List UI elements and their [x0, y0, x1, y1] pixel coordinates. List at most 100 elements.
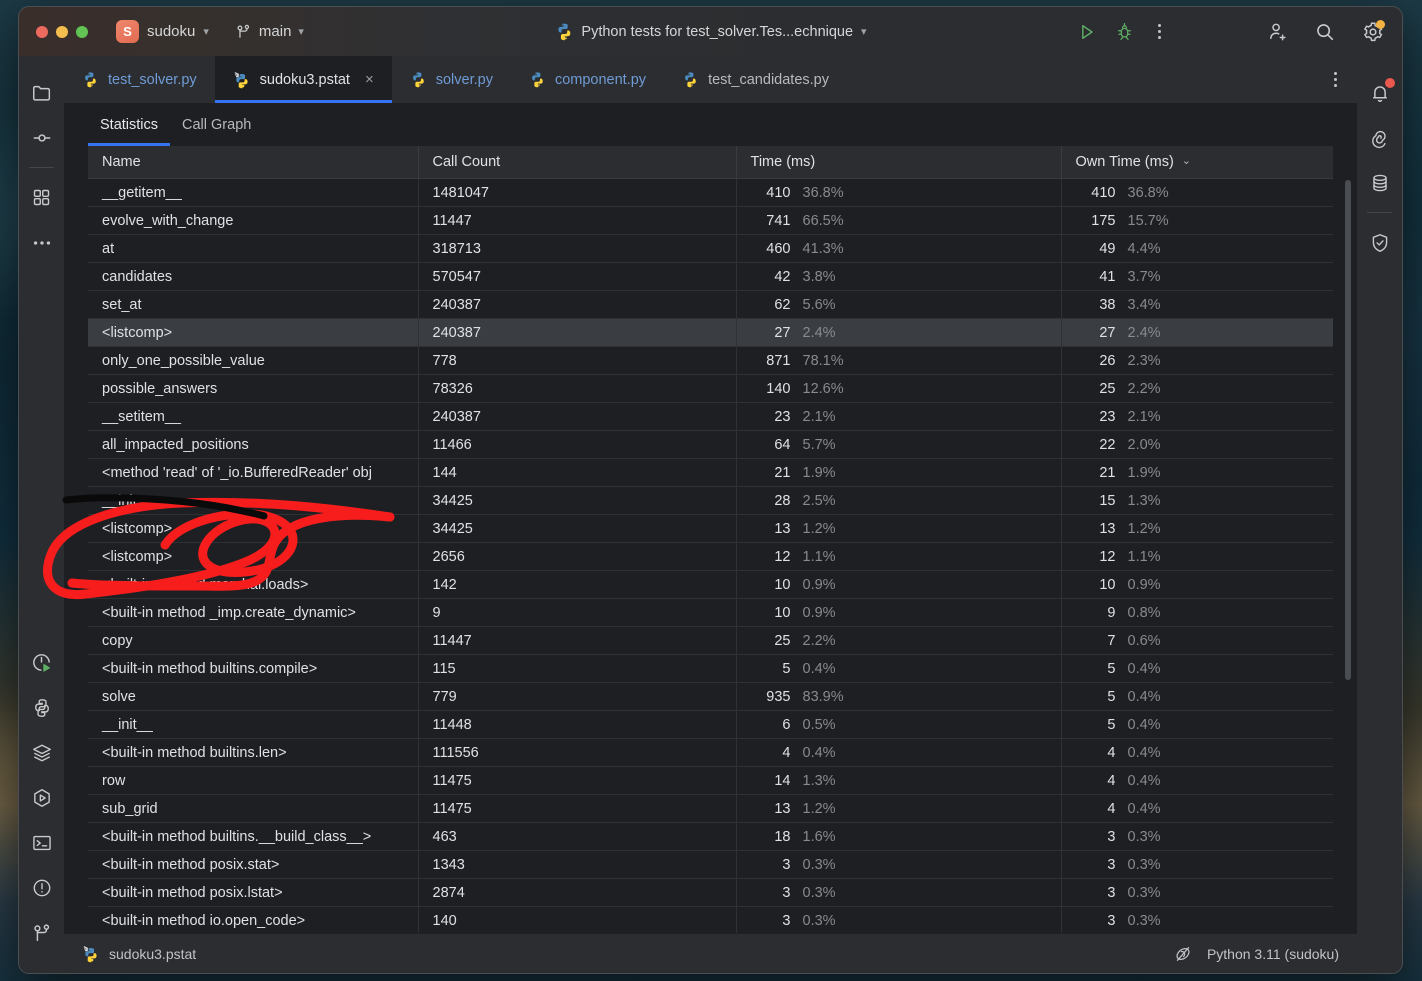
no-inspections-icon[interactable] — [1173, 944, 1193, 964]
table-row[interactable]: <built-in method posix.stat> 1343 3 0.3% 3 0.… — [88, 850, 1333, 879]
sidebar-item-security[interactable] — [1357, 220, 1402, 265]
more-vertical-icon[interactable] — [1152, 20, 1167, 43]
git-branch-selector[interactable]: main ▾ — [235, 23, 304, 40]
table-row[interactable]: <built-in method builtins.__build_class_… — [88, 822, 1333, 851]
table-row[interactable]: set_at 240387 62 5.6% 38 3.4% — [88, 290, 1333, 319]
editor-tab-test_candidates[interactable]: test_candidates.py — [664, 56, 847, 103]
editor-tab-solver[interactable]: solver.py — [392, 56, 511, 103]
cell-time: 13 1.2% — [736, 794, 1062, 823]
run-configuration-selector[interactable]: Python tests for test_solver.Tes...echni… — [554, 22, 867, 41]
table-row[interactable]: <built-in method posix.lstat> 2874 3 0.3% 3 0… — [88, 878, 1333, 907]
sidebar-item-notifications[interactable] — [1357, 70, 1402, 115]
table-row[interactable]: <built-in method builtins.compile> 115 5 0.… — [88, 654, 1333, 683]
table-row[interactable]: <listcomp> 34425 13 1.2% 13 1.2% — [88, 514, 1333, 543]
cell-own-time-percent: 2.0% — [1127, 436, 1161, 453]
table-row[interactable]: <built-in method builtins.len> 111556 4 0.4… — [88, 738, 1333, 767]
table-row[interactable]: <built-in method marshal.loads> 142 10 0.9%… — [88, 570, 1333, 599]
cell-time-percent: 0.9% — [802, 604, 836, 621]
cell-time-value: 27 — [774, 324, 791, 341]
sidebar-item-profiler[interactable] — [19, 640, 64, 685]
cell-time-value: 3 — [782, 912, 791, 929]
settings-icon[interactable] — [1362, 19, 1385, 43]
add-user-icon[interactable] — [1266, 21, 1288, 43]
sidebar-item-terminal[interactable] — [19, 820, 64, 865]
cell-call-count: 1481047 — [418, 178, 737, 207]
editor-tab-component[interactable]: component.py — [511, 56, 664, 103]
cell-time-percent: 1.2% — [802, 800, 836, 817]
cell-time-percent: 5.7% — [802, 436, 836, 453]
run-actions-group — [1077, 20, 1167, 43]
table-row[interactable]: <method 'read' of '_io.BufferedReader' o… — [88, 458, 1333, 487]
editor-tab-test_solver[interactable]: test_solver.py — [64, 56, 215, 103]
cell-own-time: 5 0.4% — [1061, 682, 1333, 711]
table-row[interactable]: <built-in method _imp.create_dynamic> 9 10… — [88, 598, 1333, 627]
search-icon[interactable] — [1314, 21, 1336, 43]
status-bar-file[interactable]: sudoku3.pstat — [82, 945, 196, 963]
table-row[interactable]: possible_answers 78326 140 12.6% 25 2.2% — [88, 374, 1333, 403]
sidebar-item-problems[interactable] — [19, 865, 64, 910]
settings-update-badge — [1376, 19, 1385, 29]
project-selector[interactable]: S sudoku ▾ — [116, 20, 209, 43]
cell-call-count: 2874 — [418, 878, 737, 907]
sidebar-item-project[interactable] — [19, 70, 64, 115]
tab-statistics[interactable]: Statistics — [88, 104, 171, 146]
cell-own-time: 23 2.1% — [1061, 402, 1333, 431]
table-row[interactable]: __init__ 34425 28 2.5% 15 1.3% — [88, 486, 1333, 515]
cell-time-percent: 0.5% — [802, 716, 836, 733]
table-row[interactable]: all_impacted_positions 11466 64 5.7% 22 2.0% — [88, 430, 1333, 459]
sidebar-item-database[interactable] — [1357, 160, 1402, 205]
close-icon[interactable]: × — [365, 71, 374, 88]
cell-name: at — [88, 234, 419, 263]
sidebar-item-more[interactable] — [19, 220, 64, 265]
sidebar-item-commit[interactable] — [19, 115, 64, 160]
cell-own-time-percent: 2.2% — [1127, 380, 1161, 397]
maximize-window-button[interactable] — [76, 25, 88, 38]
status-bar-interpreter-label[interactable]: Python 3.11 (sudoku) — [1207, 946, 1339, 962]
chevron-down-icon: ▾ — [861, 26, 867, 38]
table-row[interactable]: at 318713 460 41.3% 49 4.4% — [88, 234, 1333, 263]
table-row[interactable]: <listcomp> 240387 27 2.4% 27 2.4% — [88, 318, 1333, 347]
table-row[interactable]: sub_grid 11475 13 1.2% 4 0.4% — [88, 794, 1333, 823]
editor-tab-sudoku3-pstat[interactable]: sudoku3.pstat × — [214, 56, 392, 103]
table-row[interactable]: candidates 570547 42 3.8% 41 3.7% — [88, 262, 1333, 291]
sidebar-item-version-control[interactable] — [19, 910, 64, 955]
cell-time-value: 64 — [774, 436, 791, 453]
sidebar-item-layers[interactable] — [19, 730, 64, 775]
minimize-window-button[interactable] — [56, 25, 68, 38]
column-header-time[interactable]: Time (ms) — [736, 146, 1062, 179]
title-bar-right-actions — [1266, 19, 1385, 43]
editor-tabs-overflow-menu[interactable] — [1328, 56, 1357, 103]
pstat-file-icon — [233, 71, 251, 89]
table-row[interactable]: <listcomp> 2656 12 1.1% 12 1.1% — [88, 542, 1333, 571]
column-header-own-time-label: Own Time (ms) — [1075, 154, 1174, 170]
table-row[interactable]: evolve_with_change 11447 741 66.5% 175 15.7% — [88, 206, 1333, 235]
table-row[interactable]: only_one_possible_value 778 871 78.1% 26 2.3% — [88, 346, 1333, 375]
table-row[interactable]: solve 779 935 83.9% 5 0.4% — [88, 682, 1333, 711]
table-body: __getitem__ 1481047 410 36.8% 410 36.8% evolve… — [88, 178, 1333, 933]
cell-call-count: 11475 — [418, 766, 737, 795]
close-window-button[interactable] — [36, 25, 48, 38]
cell-own-time-value: 7 — [1107, 632, 1116, 649]
run-icon[interactable] — [1077, 22, 1097, 42]
cell-own-time: 5 0.4% — [1061, 654, 1333, 683]
table-scrollbar-thumb[interactable] — [1345, 180, 1351, 680]
table-row[interactable]: copy 11447 25 2.2% 7 0.6% — [88, 626, 1333, 655]
cell-time-value: 741 — [766, 212, 791, 229]
table-row[interactable]: row 11475 14 1.3% 4 0.4% — [88, 766, 1333, 795]
sidebar-item-python-packages[interactable] — [19, 685, 64, 730]
sidebar-item-ai-assistant[interactable] — [1357, 115, 1402, 160]
column-header-name[interactable]: Name — [88, 146, 419, 179]
debug-icon[interactable] — [1115, 22, 1134, 41]
cell-time: 3 0.3% — [736, 878, 1062, 907]
cell-name: <built-in method posix.stat> — [88, 850, 419, 879]
table-row[interactable]: <built-in method io.open_code> 140 3 0.3% 3 0… — [88, 906, 1333, 933]
table-scrollbar[interactable] — [1345, 180, 1351, 929]
sidebar-item-plugins[interactable] — [19, 175, 64, 220]
column-header-call-count[interactable]: Call Count — [418, 146, 737, 179]
table-row[interactable]: __init__ 11448 6 0.5% 5 0.4% — [88, 710, 1333, 739]
tab-call-graph[interactable]: Call Graph — [170, 104, 263, 146]
column-header-own-time[interactable]: Own Time (ms) ⌄ — [1061, 146, 1333, 179]
table-row[interactable]: __setitem__ 240387 23 2.1% 23 2.1% — [88, 402, 1333, 431]
table-row[interactable]: __getitem__ 1481047 410 36.8% 410 36.8% — [88, 178, 1333, 207]
sidebar-item-run[interactable] — [19, 775, 64, 820]
